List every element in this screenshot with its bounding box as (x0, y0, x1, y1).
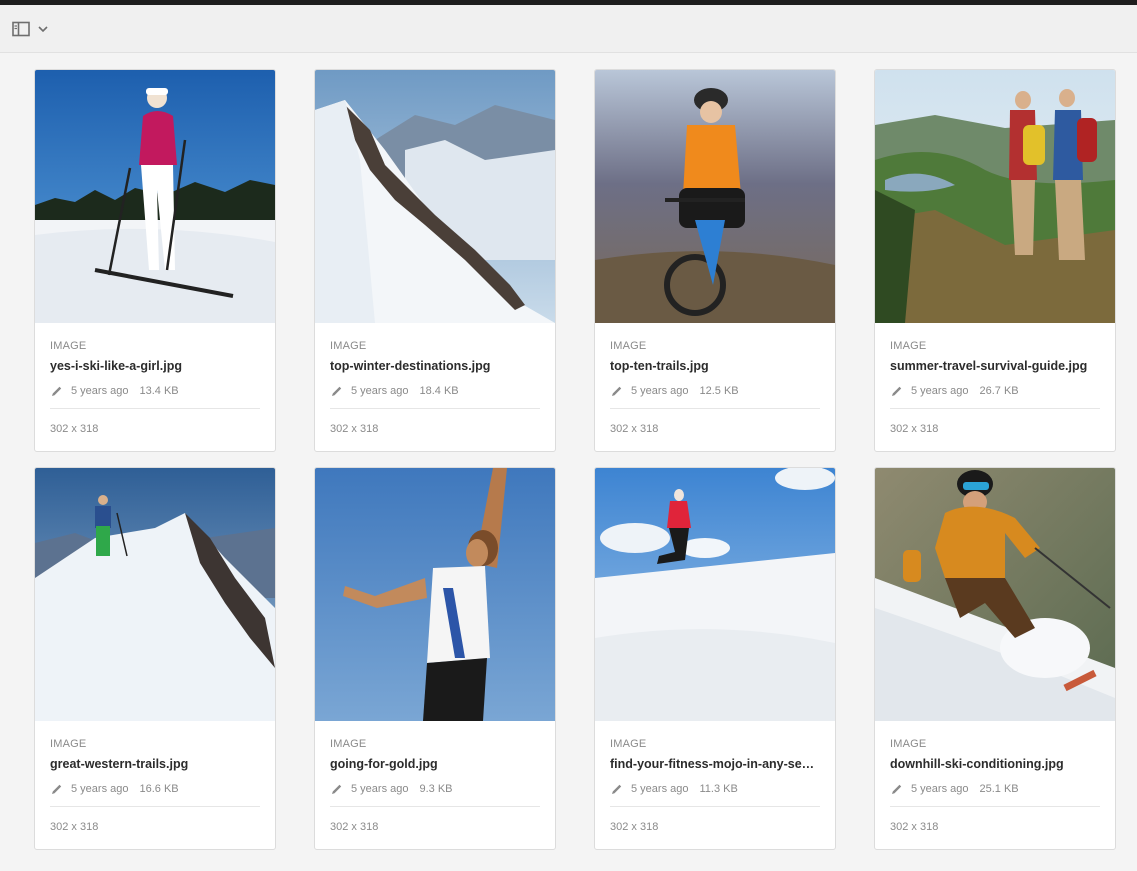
asset-file-name[interactable]: going-for-gold.jpg (330, 756, 540, 772)
asset-type-label: IMAGE (330, 738, 367, 750)
image-dimensions: 302 x 318 (50, 423, 99, 435)
modified-time: 5 years ago (631, 385, 689, 397)
file-size: 12.5 KB (699, 385, 739, 397)
asset-type-label: IMAGE (890, 340, 927, 352)
asset-card[interactable]: IMAGE top-ten-trails.jpg 5 years ago 12.… (594, 69, 836, 452)
asset-thumbnail[interactable] (315, 70, 555, 323)
asset-card[interactable]: IMAGE great-western-trails.jpg 5 years a… (34, 467, 276, 850)
asset-file-name[interactable]: great-western-trails.jpg (50, 756, 260, 772)
asset-type-label: IMAGE (610, 340, 647, 352)
asset-thumbnail[interactable] (875, 70, 1115, 323)
image-dimensions: 302 x 318 (330, 821, 379, 833)
modified-time: 5 years ago (351, 385, 409, 397)
asset-file-name[interactable]: top-winter-destinations.jpg (330, 358, 540, 374)
pencil-icon (610, 385, 623, 398)
pencil-icon (890, 385, 903, 398)
asset-type-label: IMAGE (610, 738, 647, 750)
pencil-icon (50, 783, 63, 796)
divider (50, 806, 260, 807)
pencil-icon (610, 783, 623, 796)
asset-file-name[interactable]: top-ten-trails.jpg (610, 358, 820, 374)
asset-card[interactable]: IMAGE find-your-fitness-mojo-in-any-seas… (594, 467, 836, 850)
file-size: 18.4 KB (419, 385, 459, 397)
asset-thumbnail[interactable] (595, 70, 835, 323)
asset-type-label: IMAGE (50, 340, 87, 352)
asset-card[interactable]: IMAGE going-for-gold.jpg 5 years ago 9.3… (314, 467, 556, 850)
asset-type-label: IMAGE (50, 738, 87, 750)
file-size: 26.7 KB (979, 385, 1019, 397)
modified-time: 5 years ago (71, 385, 129, 397)
divider (330, 806, 540, 807)
rail-toggle-icon (12, 21, 30, 37)
asset-thumbnail[interactable] (35, 468, 275, 721)
asset-card-grid: IMAGE yes-i-ski-like-a-girl.jpg 5 years … (34, 69, 1116, 850)
modified-time: 5 years ago (911, 385, 969, 397)
asset-file-name[interactable]: find-your-fitness-mojo-in-any-seaso... (610, 756, 820, 772)
asset-card[interactable]: IMAGE summer-travel-survival-guide.jpg 5… (874, 69, 1116, 452)
pencil-icon (330, 385, 343, 398)
asset-type-label: IMAGE (890, 738, 927, 750)
divider (330, 408, 540, 409)
asset-file-name[interactable]: summer-travel-survival-guide.jpg (890, 358, 1100, 374)
file-size: 25.1 KB (979, 783, 1019, 795)
modified-time: 5 years ago (351, 783, 409, 795)
file-size: 11.3 KB (699, 783, 738, 795)
asset-file-name[interactable]: downhill-ski-conditioning.jpg (890, 756, 1100, 772)
asset-card[interactable]: IMAGE top-winter-destinations.jpg 5 year… (314, 69, 556, 452)
divider (890, 408, 1100, 409)
asset-card[interactable]: IMAGE downhill-ski-conditioning.jpg 5 ye… (874, 467, 1116, 850)
image-dimensions: 302 x 318 (890, 821, 939, 833)
pencil-icon (50, 385, 63, 398)
divider (50, 408, 260, 409)
asset-thumbnail[interactable] (595, 468, 835, 721)
divider (610, 806, 820, 807)
modified-time: 5 years ago (911, 783, 969, 795)
asset-type-label: IMAGE (330, 340, 367, 352)
image-dimensions: 302 x 318 (50, 821, 99, 833)
chevron-down-icon (38, 25, 48, 33)
divider (610, 408, 820, 409)
divider (890, 806, 1100, 807)
image-dimensions: 302 x 318 (330, 423, 379, 435)
pencil-icon (330, 783, 343, 796)
image-dimensions: 302 x 318 (610, 821, 659, 833)
asset-file-name[interactable]: yes-i-ski-like-a-girl.jpg (50, 358, 260, 374)
file-size: 16.6 KB (139, 783, 179, 795)
image-dimensions: 302 x 318 (890, 423, 939, 435)
modified-time: 5 years ago (631, 783, 689, 795)
asset-thumbnail[interactable] (875, 468, 1115, 721)
modified-time: 5 years ago (71, 783, 129, 795)
pencil-icon (890, 783, 903, 796)
asset-card[interactable]: IMAGE yes-i-ski-like-a-girl.jpg 5 years … (34, 69, 276, 452)
toolbar (0, 5, 1137, 53)
asset-thumbnail[interactable] (315, 468, 555, 721)
rail-toggle-button[interactable] (6, 15, 52, 43)
image-dimensions: 302 x 318 (610, 423, 659, 435)
file-size: 9.3 KB (419, 783, 453, 795)
file-size: 13.4 KB (139, 385, 179, 397)
asset-thumbnail[interactable] (35, 70, 275, 323)
